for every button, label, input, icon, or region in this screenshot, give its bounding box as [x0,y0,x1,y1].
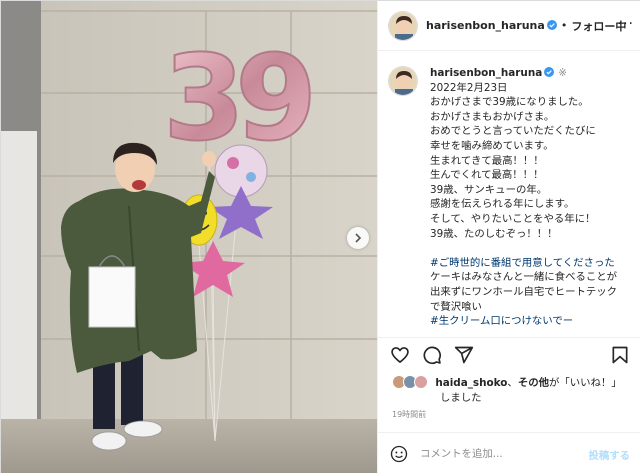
likes-others-link[interactable]: その他 [518,377,549,389]
photo-illustration: 39 [1,1,377,473]
emoji-icon[interactable] [390,445,408,463]
liker-avatars[interactable] [392,375,432,389]
avatar[interactable] [388,10,418,41]
instagram-post: 39 harisenbon_haruna • フォロー中 ··· harisen… [0,0,640,473]
caption-avatar[interactable] [388,66,418,96]
caption-line: ケーキはみなさんと一緒に食べることが [430,271,618,284]
caption-row: harisenbon_haruna ※ 2022年2月23日 おかげさまで39歳に… [388,66,632,329]
liker-username[interactable]: haida_shoko [435,377,507,389]
likes-summary: haida_shoko、その他が「いいね！」 しました [392,375,632,406]
comment-icon [423,346,441,365]
caption-section: harisenbon_haruna ※ 2022年2月23日 おかげさまで39歳に… [378,52,640,329]
caption-line: そして、やりたいことをやる年に！ [430,212,596,225]
like-button[interactable] [390,345,410,365]
caption-line: おかげさまで39歳になりました。 [430,96,589,109]
likes-connector: 、 [507,377,518,389]
bookmark-icon [612,346,628,364]
caption-username[interactable]: harisenbon_haruna ※ [430,66,632,81]
header-username[interactable]: harisenbon_haruna [426,19,557,32]
more-icon[interactable]: ··· [618,16,634,32]
avatar-image [389,11,417,40]
caption-username-text[interactable]: harisenbon_haruna [430,67,542,79]
action-bar [378,337,640,371]
liker-avatar [414,375,428,389]
caption-line: おめでとうと言っていただくたびに [430,125,596,138]
post-header: harisenbon_haruna • フォロー中 ··· [378,1,640,51]
caption-line: おかげさまもおかげさま。 [430,110,555,123]
caption-line: 出来ずにワンホール自宅でヒートテック [430,285,618,298]
heart-icon [391,347,409,363]
caption-line: 39歳、たのしむぞっ！！！ [430,227,558,240]
carousel-next-button[interactable] [347,227,369,249]
post-comment-button[interactable]: 投稿する [588,447,630,462]
caption-asterisk: ※ [558,67,567,79]
comment-input[interactable] [420,447,590,460]
post-side-panel: harisenbon_haruna • フォロー中 ··· harisenbon… [377,1,640,473]
header-username-text[interactable]: harisenbon_haruna [426,19,545,32]
save-button[interactable] [610,345,630,365]
caption-line: 生んでくれて最高！！！ [430,169,544,182]
comment-button[interactable] [422,345,442,365]
caption-body: harisenbon_haruna ※ 2022年2月23日 おかげさまで39歳に… [430,66,632,329]
likes-suffix-line2: しました [440,392,482,404]
verified-icon [546,20,557,30]
post-timestamp[interactable]: 19時間前 [392,409,426,420]
chevron-right-icon [355,233,362,243]
caption-line: 生まれてきて最高！！！ [430,154,544,167]
caption-line: 幸せを噛み締めています。 [430,139,554,152]
likes-suffix: が「いいね！」 [548,377,622,389]
hashtag-link[interactable]: #ご時世的に番組で用意してくださった [430,256,632,271]
caption-line: 39歳、サンキューの年。 [430,183,548,196]
verified-icon [544,67,555,77]
caption-line: で贅沢喰い [430,300,482,313]
avatar-image [389,67,417,95]
caption-date: 2022年2月23日 [430,81,508,94]
share-button[interactable] [454,345,474,365]
post-photo[interactable]: 39 [1,1,377,473]
caption-line: 感謝を伝えられる年にします。 [430,198,575,211]
header-separator-dot: • [560,19,568,32]
comment-bar: 投稿する [378,432,640,473]
share-icon [454,346,474,364]
hashtag-link[interactable]: #生クリーム口につけないでー [430,314,632,329]
